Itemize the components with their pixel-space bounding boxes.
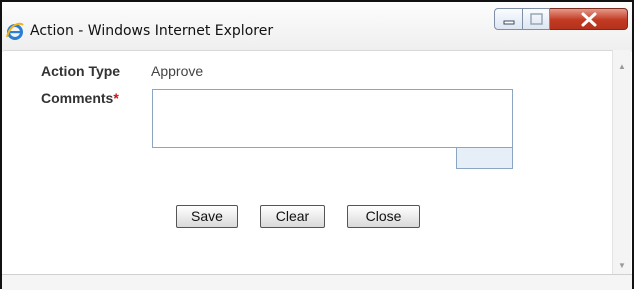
comments-label: Comments* (41, 90, 119, 106)
browser-window: Action - Windows Internet Explorer Actio… (0, 0, 634, 290)
required-marker: * (113, 90, 119, 106)
character-counter-box (456, 148, 513, 169)
scroll-up-arrow-icon[interactable]: ▲ (618, 62, 626, 71)
status-bar (2, 274, 632, 290)
window-title: Action - Windows Internet Explorer (30, 23, 274, 39)
window-close-button[interactable] (550, 8, 628, 30)
dialog-content: Action Type Approve Comments* Save Clear… (4, 50, 612, 275)
minimize-button[interactable] (494, 8, 523, 30)
title-bar: Action - Windows Internet Explorer (2, 0, 632, 52)
vertical-scrollbar[interactable]: ▲ ▼ (612, 50, 631, 274)
clear-button[interactable]: Clear (260, 205, 325, 228)
maximize-icon (530, 13, 543, 25)
comments-label-text: Comments (41, 90, 114, 106)
scroll-down-arrow-icon[interactable]: ▼ (618, 261, 626, 270)
action-type-label: Action Type (41, 63, 121, 79)
action-type-value: Approve (151, 63, 204, 79)
minimize-icon (503, 20, 515, 25)
save-button[interactable]: Save (176, 205, 238, 228)
close-icon (581, 12, 597, 27)
close-button[interactable]: Close (347, 205, 420, 228)
maximize-button[interactable] (523, 8, 550, 30)
comments-textarea[interactable] (152, 89, 513, 148)
internet-explorer-icon (6, 22, 24, 40)
